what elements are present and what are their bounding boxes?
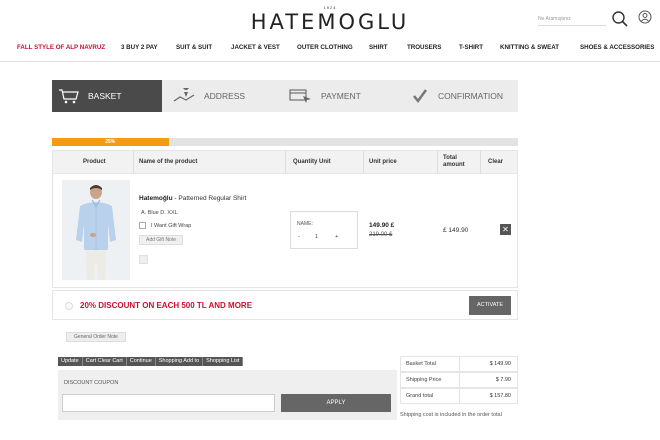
add-to-shopping-list-button[interactable]: Shopping Add to — [156, 357, 204, 366]
step-payment[interactable]: PAYMENT — [289, 80, 399, 112]
step-address[interactable]: ADDRESS — [172, 80, 282, 112]
nav-item-shoes-accessories[interactable]: SHOES & ACCESSORIES — [580, 44, 654, 51]
summary-row-shipping: Shipping Price $ 7.90 — [400, 372, 518, 388]
col-total: Total amount — [443, 155, 465, 168]
title-separator: - — [174, 195, 177, 202]
summary-value: $ 149.90 — [489, 361, 511, 367]
cart-table-header: Product Name of the product Quantity Uni… — [52, 150, 518, 174]
unit-price-current: 149.90 £ — [369, 222, 395, 229]
discount-campaign-row: 20% DISCOUNT ON EACH 500 TL AND MORE ACT… — [52, 290, 518, 320]
summary-label: Shipping Price — [406, 377, 442, 383]
remove-item-button[interactable]: ✕ — [500, 224, 511, 235]
unit-price-old: 219.00 £ — [369, 232, 393, 238]
cart-actions-bar: Update Cart Clear Cart Continue Shopping… — [58, 357, 244, 366]
col-unit-price: Unit price — [369, 158, 397, 165]
product-brand: Hatemoğlu — [139, 195, 173, 202]
quantity-stepper: NAME: - 1 + — [290, 211, 358, 249]
search-icon[interactable] — [611, 10, 629, 28]
map-pin-icon — [173, 88, 195, 102]
shipping-note: Shipping cost is included in the order t… — [400, 412, 502, 418]
summary-divider — [459, 389, 460, 403]
nav-item-3-buy-2-pay[interactable]: 3 BUY 2 PAY — [121, 44, 158, 51]
item-total-amount: £ 149.90 — [443, 227, 469, 234]
basket-icon — [59, 89, 79, 104]
clear-cart-button[interactable]: Cart Clear Cart — [83, 357, 127, 366]
coupon-code-input[interactable] — [62, 394, 275, 412]
confirmation-check-icon — [413, 89, 428, 104]
step-payment-label: PAYMENT — [321, 91, 361, 101]
product-variant: A. Blue D. XXL — [141, 210, 178, 216]
quantity-value[interactable]: 1 — [315, 234, 318, 240]
nav-item-knitting-sweat[interactable]: KNITTING & SWEAT — [500, 44, 559, 51]
col-quantity: Quantity Unit — [293, 158, 331, 165]
user-account-icon[interactable] — [638, 10, 652, 24]
cart-item-row: Hatemoğlu - Patterned Regular Shirt A. B… — [52, 174, 518, 288]
product-name: Patterned Regular Shirt — [178, 195, 247, 202]
nav-item-trousers[interactable]: TROUSERS — [407, 44, 441, 51]
gift-wrap-label: I Want Gift Wrap — [151, 223, 192, 229]
activate-discount-button[interactable]: ACTIVATE — [469, 296, 511, 315]
continue-shopping-button[interactable]: Continue — [127, 357, 156, 366]
add-gift-note-button[interactable]: Add Gift Note — [139, 235, 183, 245]
progress-fill: 25% — [52, 138, 169, 146]
product-image[interactable] — [62, 180, 130, 280]
nav-item-t-shirt[interactable]: T-SHIRT — [459, 44, 483, 51]
logo-text: HATEMOGLU — [250, 10, 410, 34]
col-clear: Clear — [488, 158, 504, 165]
quantity-increase-button[interactable]: + — [335, 234, 338, 240]
col-product-name: Name of the product — [139, 158, 198, 165]
summary-divider — [459, 357, 460, 371]
gift-wrap-checkbox[interactable] — [139, 222, 146, 229]
step-confirmation[interactable]: CONFIRMATION — [410, 80, 518, 112]
summary-row-grand-total: Grand total $ 157.80 — [400, 388, 518, 404]
main-nav: FALL STYLE OF ALP NAVRUZ 3 BUY 2 PAY SUI… — [0, 44, 660, 56]
nav-item-jacket-vest[interactable]: JACKET & VEST — [231, 44, 280, 51]
discount-coupon-panel: DISCOUNT COUPON APPLY — [58, 370, 397, 420]
payment-icon — [289, 89, 311, 103]
shopping-list-button[interactable]: Shopping List — [203, 357, 244, 366]
col-divider — [437, 151, 438, 173]
col-divider — [480, 151, 481, 173]
progress-bar: 25% — [52, 138, 518, 146]
step-confirmation-label: CONFIRMATION — [438, 91, 504, 101]
general-order-note-button[interactable]: General Order Note — [66, 332, 126, 342]
discount-radio[interactable] — [65, 302, 73, 310]
col-divider — [285, 151, 286, 173]
summary-row-basket-total: Basket Total $ 149.90 — [400, 356, 518, 372]
summary-value: $ 7.90 — [495, 377, 511, 383]
item-select-checkbox[interactable] — [139, 255, 148, 264]
site-header: 1924 HATEMOGLU Ne Aramıştınız FALL STYLE… — [0, 0, 660, 62]
nav-item-outer-clothing[interactable]: OUTER CLOTHING — [297, 44, 353, 51]
summary-divider — [459, 373, 460, 387]
col-divider — [133, 151, 134, 173]
step-basket-label: BASKET — [88, 91, 122, 101]
discount-campaign-text: 20% DISCOUNT ON EACH 500 TL AND MORE — [80, 301, 253, 310]
summary-label: Basket Total — [406, 361, 436, 367]
quantity-decrease-button[interactable]: - — [298, 234, 300, 240]
search-input[interactable]: Ne Aramıştınız — [538, 12, 606, 26]
apply-coupon-button[interactable]: APPLY — [281, 394, 391, 412]
summary-value: $ 157.80 — [489, 393, 511, 399]
update-cart-button[interactable]: Update — [58, 357, 83, 366]
col-product: Product — [83, 158, 106, 165]
step-address-label: ADDRESS — [204, 91, 246, 101]
nav-item-shirt[interactable]: SHIRT — [369, 44, 388, 51]
col-divider — [363, 151, 364, 173]
quantity-name-label: NAME: — [297, 221, 313, 227]
nav-item-fall-style[interactable]: FALL STYLE OF ALP NAVRUZ — [17, 44, 105, 51]
summary-label: Grand total — [406, 393, 434, 399]
checkout-steps: BASKET ADDRESS PAYMENT CONFIRMATION — [52, 80, 518, 112]
product-title[interactable]: Hatemoğlu - Patterned Regular Shirt — [139, 195, 246, 202]
coupon-title: DISCOUNT COUPON — [64, 380, 119, 386]
step-basket[interactable]: BASKET — [52, 80, 162, 112]
nav-item-suit[interactable]: SUIT & SUIT — [176, 44, 212, 51]
